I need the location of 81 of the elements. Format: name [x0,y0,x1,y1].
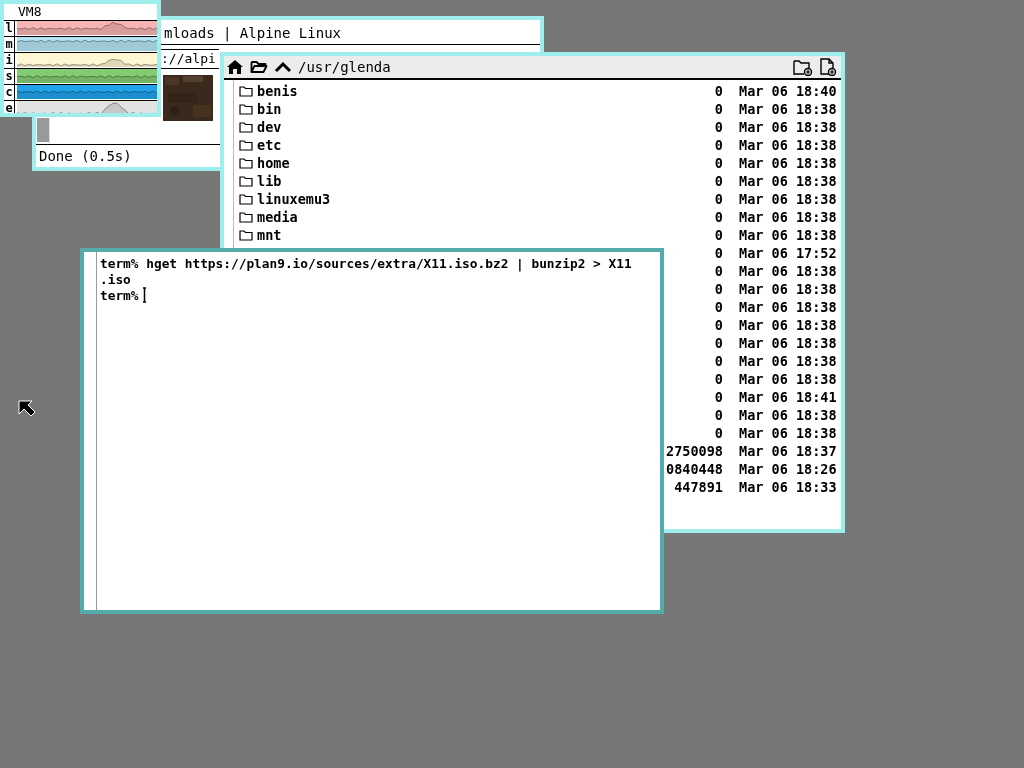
file-size: 0 [713,154,723,172]
path-text: /usr/glenda [298,59,391,75]
file-date: Mar 06 18:38 [739,208,838,226]
file-date: Mar 06 18:38 [739,226,838,244]
file-date: Mar 06 18:38 [739,172,838,190]
file-date: Mar 06 17:52 [739,244,838,262]
folder-icon [239,175,253,187]
file-date: Mar 06 18:38 [739,298,838,316]
meter-label: s [4,69,15,84]
file-date: Mar 06 18:38 [739,316,838,334]
folder-icon[interactable] [250,59,268,75]
terminal-line: .iso [100,271,131,287]
file-size: 0 [713,226,723,244]
file-name[interactable]: media [257,208,298,226]
file-size: 0 [713,406,723,424]
mouse-pointer-icon [18,400,36,417]
file-name[interactable]: dev [257,118,282,136]
meter-label: m [4,37,15,52]
file-size: 0 [713,190,723,208]
new-folder-icon[interactable] [793,58,813,76]
folder-icon [239,121,253,133]
file-size: 0 [713,352,723,370]
file-name[interactable]: home [257,154,290,172]
file-size: 0 [713,316,723,334]
file-name[interactable]: benis [257,82,298,100]
file-date: Mar 06 18:38 [739,334,838,352]
terminal-line: term% hget https://plan9.io/sources/extra/X11.iso.bz2 | bunzip2 > X11 [100,255,632,271]
file-size: 0 [713,388,723,406]
folder-icon [239,103,253,115]
file-name[interactable]: etc [257,136,282,154]
file-size: 0 [713,244,723,262]
file-date: Mar 06 18:41 [739,388,838,406]
status-text: Done (0.5s) [38,147,132,166]
file-name[interactable]: linuxemu3 [257,190,331,208]
file-size: 0 [713,280,723,298]
file-date: Mar 06 18:38 [739,370,838,388]
folder-icon [239,139,253,151]
file-size: 0 [713,100,723,118]
new-file-icon[interactable] [819,58,837,76]
file-size: 0 [713,334,723,352]
meter-label: i [4,53,15,68]
file-size: 0 [713,136,723,154]
file-date: Mar 06 18:38 [739,280,838,298]
file-date: Mar 06 18:38 [739,118,838,136]
folder-icon [239,211,253,223]
meter-label: c [4,85,15,100]
meter-label: l [4,21,15,36]
file-size: 0840448 [665,460,723,478]
file-date: Mar 06 18:38 [739,352,838,370]
folder-icon [239,85,253,97]
home-icon[interactable] [226,59,244,75]
file-size: 0 [713,298,723,316]
file-size: 0 [713,118,723,136]
file-name[interactable]: mnt [257,226,282,244]
folder-icon [239,157,253,169]
file-date: Mar 06 18:40 [739,82,838,100]
file-date: Mar 06 18:38 [739,424,838,442]
file-size: 0 [713,262,723,280]
folder-icon [239,193,253,205]
file-size: 0 [713,424,723,442]
file-size: 447891 [673,478,723,496]
file-date: Mar 06 18:33 [739,478,838,496]
file-date: Mar 06 18:38 [739,100,838,118]
file-size: 2750098 [665,442,723,460]
file-size: 0 [713,208,723,226]
file-size: 0 [713,82,723,100]
file-size: 0 [713,370,723,388]
folder-icon [239,229,253,241]
file-date: Mar 06 18:26 [739,460,838,478]
text-cursor-icon [141,287,147,303]
terminal-line: term% [100,287,139,303]
file-date: Mar 06 18:38 [739,190,838,208]
file-date: Mar 06 18:37 [739,442,838,460]
file-name[interactable]: lib [257,172,282,190]
file-date: Mar 06 18:38 [739,262,838,280]
file-size: 0 [713,172,723,190]
meter-label: e [4,101,15,113]
file-date: Mar 06 18:38 [739,154,838,172]
file-name[interactable]: bin [257,100,282,118]
file-date: Mar 06 18:38 [739,406,838,424]
file-date: Mar 06 18:38 [739,136,838,154]
